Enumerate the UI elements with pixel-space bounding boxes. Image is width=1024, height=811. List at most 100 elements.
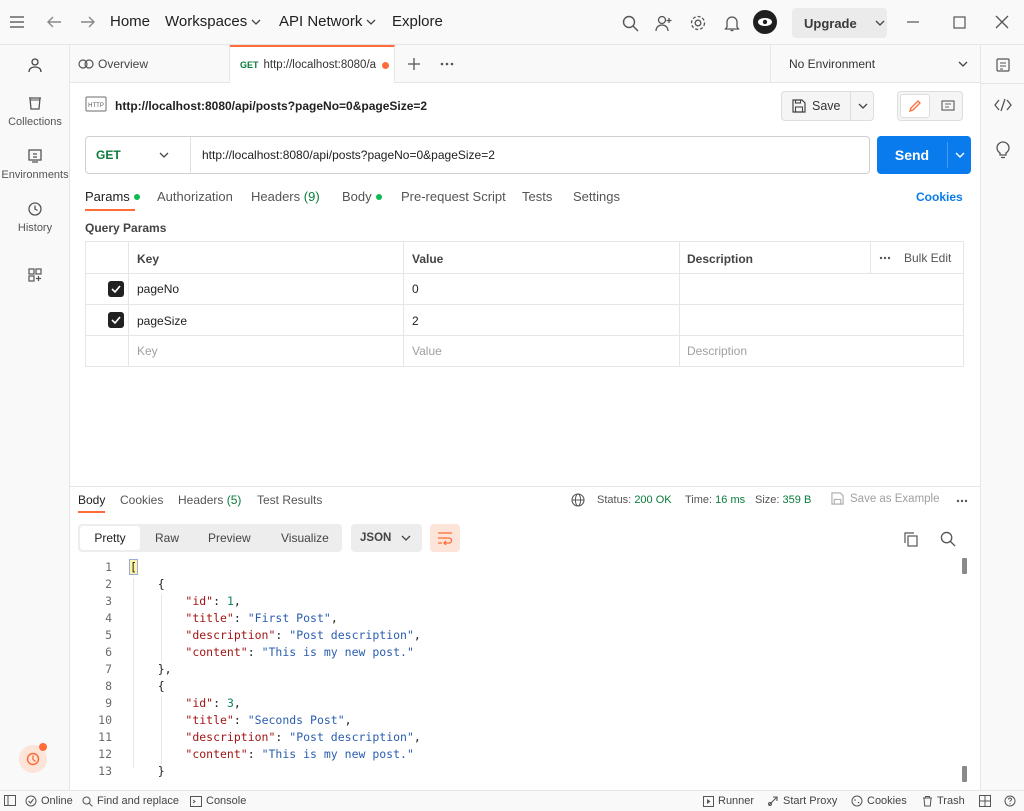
invite-user-icon[interactable]	[654, 13, 674, 33]
online-status[interactable]: Online	[25, 795, 73, 807]
bootcamp-icon[interactable]	[19, 743, 47, 773]
time-indicator[interactable]: Time: 16 ms	[685, 494, 745, 506]
layout-toggle-button[interactable]	[979, 795, 991, 807]
tab-body[interactable]: Body	[342, 189, 382, 204]
start-proxy-button[interactable]: Start Proxy	[767, 795, 837, 807]
tab-authorization[interactable]: Authorization	[157, 189, 233, 204]
copy-icon[interactable]	[902, 530, 920, 548]
param-key[interactable]: pageSize	[137, 314, 187, 328]
save-as-example-button[interactable]: Save as Example	[831, 492, 940, 505]
param-key[interactable]: pageNo	[137, 282, 179, 296]
search-icon[interactable]	[620, 13, 640, 33]
response-tab-test-results[interactable]: Test Results	[257, 493, 322, 507]
globe-icon[interactable]	[571, 493, 585, 507]
close-icon[interactable]	[994, 14, 1010, 30]
forward-arrow-icon[interactable]	[79, 13, 97, 31]
minimize-icon[interactable]	[905, 14, 921, 30]
find-and-replace-button[interactable]: Find and replace	[82, 795, 179, 807]
home-link[interactable]: Home	[110, 13, 150, 30]
status-indicator[interactable]: Status: 200 OK	[597, 494, 672, 506]
explore-link[interactable]: Explore	[392, 13, 443, 30]
sidebar-item-collections[interactable]: Collections	[0, 93, 70, 128]
api-network-menu[interactable]: API Network	[279, 13, 376, 30]
new-description-input[interactable]: Description	[687, 344, 747, 358]
sidebar-item-history[interactable]: History	[0, 199, 70, 234]
response-tab-cookies[interactable]: Cookies	[120, 493, 163, 507]
row-checkbox[interactable]	[108, 281, 124, 297]
back-arrow-icon[interactable]	[45, 13, 63, 31]
send-options-button[interactable]	[948, 136, 971, 174]
save-options-button[interactable]	[851, 92, 874, 120]
explore-label: Explore	[392, 13, 443, 30]
notification-dot	[39, 743, 47, 751]
search-icon[interactable]	[939, 530, 957, 548]
send-button[interactable]: Send	[877, 136, 947, 174]
size-indicator[interactable]: Size: 359 B	[755, 494, 811, 506]
more-options-icon[interactable]	[879, 256, 891, 260]
tab-headers[interactable]: Headers (9)	[251, 189, 320, 204]
unsaved-dot	[382, 61, 390, 69]
avatar[interactable]	[753, 10, 777, 34]
toggle-sidebar-button[interactable]	[4, 795, 16, 806]
tab-request[interactable]: GET http://localhost:8080/a	[230, 45, 395, 83]
tab-overview[interactable]: Overview	[70, 45, 230, 83]
format-pretty[interactable]: Pretty	[80, 526, 140, 550]
code-line: "content": "This is my new post."	[185, 645, 414, 659]
save-button[interactable]: Save	[782, 92, 850, 120]
bulk-edit-button[interactable]: Bulk Edit	[904, 251, 951, 265]
scrollbar-thumb-top[interactable]	[962, 558, 967, 574]
response-tab-headers[interactable]: Headers (5)	[178, 493, 241, 507]
lightbulb-icon[interactable]	[993, 140, 1013, 160]
tab-params[interactable]: Params	[85, 189, 140, 204]
check-circle-icon	[25, 795, 37, 807]
param-value[interactable]: 2	[412, 314, 419, 328]
edit-mode-button[interactable]	[900, 94, 930, 118]
settings-gear-icon[interactable]	[688, 13, 708, 33]
param-value[interactable]: 0	[412, 282, 419, 296]
cookie-icon	[851, 795, 863, 807]
maximize-icon[interactable]	[951, 14, 967, 30]
code-line: "title": "Seconds Post",	[185, 713, 352, 727]
more-options-icon[interactable]	[956, 499, 968, 503]
format-raw[interactable]: Raw	[155, 524, 179, 552]
menu-icon[interactable]	[8, 13, 26, 31]
response-body-viewer[interactable]: 1 2 3 4 5 6 7 8 9 10 11 12 13 [ { "id": …	[78, 558, 968, 783]
method-select[interactable]: GET	[86, 137, 190, 173]
scrollbar-thumb-bottom[interactable]	[962, 766, 967, 782]
sidebar-item-environments[interactable]: Environments	[0, 146, 70, 181]
environment-select[interactable]: No Environment	[770, 45, 980, 83]
response-divider[interactable]	[70, 486, 980, 487]
sidebar-item-account[interactable]	[0, 55, 70, 78]
runner-button[interactable]: Runner	[703, 795, 754, 807]
url-input[interactable]: http://localhost:8080/api/posts?pageNo=0…	[202, 148, 495, 162]
wrap-lines-button[interactable]	[430, 524, 460, 552]
new-tab-plus-icon[interactable]	[405, 55, 423, 73]
divider	[86, 273, 963, 274]
environment-quick-look-icon[interactable]	[993, 55, 1013, 75]
format-visualize[interactable]: Visualize	[281, 524, 329, 552]
code-icon[interactable]	[993, 95, 1013, 115]
response-type-select[interactable]: JSON	[351, 524, 422, 552]
sidebar-item-add-widgets[interactable]	[0, 265, 70, 288]
cookies-button[interactable]: Cookies	[851, 795, 907, 807]
format-preview[interactable]: Preview	[208, 524, 251, 552]
sidebar-toggle-icon	[4, 795, 16, 806]
comments-button[interactable]	[934, 94, 962, 118]
new-value-input[interactable]: Value	[412, 344, 442, 358]
tab-settings[interactable]: Settings	[573, 189, 620, 204]
tab-prerequest-script[interactable]: Pre-request Script	[401, 189, 506, 204]
runner-icon	[703, 795, 714, 807]
more-tabs-icon[interactable]	[438, 55, 456, 73]
new-key-input[interactable]: Key	[137, 344, 158, 358]
request-title[interactable]: http://localhost:8080/api/posts?pageNo=0…	[115, 99, 427, 113]
trash-button[interactable]: Trash	[922, 795, 965, 807]
workspaces-menu[interactable]: Workspaces	[165, 13, 261, 30]
help-button[interactable]	[1004, 795, 1016, 807]
response-tab-body[interactable]: Body	[78, 493, 105, 507]
cookies-link[interactable]: Cookies	[916, 190, 963, 204]
tab-tests[interactable]: Tests	[522, 189, 552, 204]
row-checkbox[interactable]	[108, 312, 124, 328]
console-button[interactable]: Console	[190, 795, 246, 807]
notifications-bell-icon[interactable]	[722, 13, 742, 33]
upgrade-button[interactable]: Upgrade	[792, 8, 887, 38]
